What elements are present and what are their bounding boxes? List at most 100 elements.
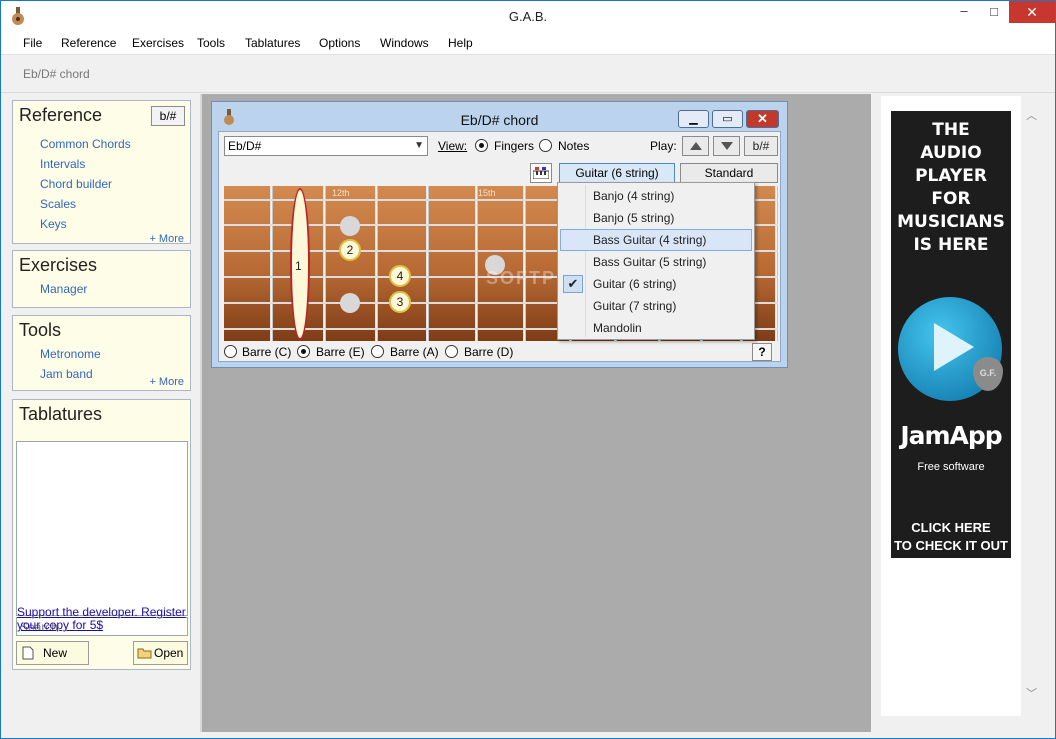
fret-wire xyxy=(375,186,378,341)
maximize-button[interactable]: □ xyxy=(979,1,1009,23)
fret-label-15: 15th xyxy=(478,188,496,198)
menu-item-banjo-4[interactable]: Banjo (4 string) xyxy=(560,185,752,207)
open-tablature-button[interactable]: Open xyxy=(133,641,188,665)
finger-marker: 3 xyxy=(389,291,411,313)
window-title: G.A.B. xyxy=(508,9,548,24)
link-keys[interactable]: Keys xyxy=(40,217,67,231)
close-button[interactable]: ✕ xyxy=(1009,1,1055,23)
exercises-panel: Exercises Manager xyxy=(12,250,191,308)
reference-title: Reference xyxy=(19,105,103,125)
fret-wire xyxy=(323,186,326,341)
menu-item-bass-4[interactable]: Bass Guitar (4 string) xyxy=(560,229,752,251)
chord-window-close-button[interactable]: ✕ xyxy=(746,110,779,128)
fret-wire xyxy=(270,186,273,341)
tools-panel: Tools Metronome Jam band + More xyxy=(12,315,191,391)
menu-options[interactable]: Options xyxy=(319,36,360,50)
current-document-tab[interactable]: Eb/D# chord xyxy=(23,67,90,81)
view-notes-radio[interactable] xyxy=(539,139,552,152)
chevron-down-icon: ▼ xyxy=(414,140,424,151)
tablatures-list[interactable] xyxy=(16,441,188,616)
reference-panel: Reference b/# Common Chords Intervals Ch… xyxy=(12,100,191,245)
menu-tablatures[interactable]: Tablatures xyxy=(245,36,300,50)
fret-marker-dot xyxy=(340,216,360,236)
new-button-label: New xyxy=(43,646,68,660)
scroll-down-icon[interactable]: ﹀ xyxy=(1026,685,1037,701)
new-tablature-button[interactable]: New xyxy=(16,641,89,665)
reference-sharp-flat-button[interactable]: b/# xyxy=(151,106,185,126)
link-scales[interactable]: Scales xyxy=(40,197,76,211)
link-metronome[interactable]: Metronome xyxy=(40,347,101,361)
menu-help[interactable]: Help xyxy=(448,36,473,50)
menu-windows[interactable]: Windows xyxy=(380,36,429,50)
fret-marker-dot xyxy=(340,293,360,313)
ad-headline-line: AUDIO xyxy=(920,143,982,163)
ad-banner[interactable]: THE AUDIO PLAYER FOR MUSICIANS IS HERE G… xyxy=(891,111,1011,558)
instrument-menu: Banjo (4 string) Banjo (5 string) Bass G… xyxy=(557,182,755,340)
ad-cta-line: CLICK HERE xyxy=(911,520,991,535)
menu-item-guitar-7[interactable]: Guitar (7 string) xyxy=(560,295,752,317)
play-label: Play: xyxy=(650,139,677,153)
barre-e-label: Barre (E) xyxy=(316,345,365,359)
menu-reference[interactable]: Reference xyxy=(61,36,116,50)
ad-call-to-action: CLICK HERE TO CHECK IT OUT xyxy=(891,519,1011,555)
barre-a-radio[interactable] xyxy=(371,345,384,358)
ad-subtitle: Free software xyxy=(917,461,985,473)
tablatures-title: Tablatures xyxy=(19,404,103,424)
barre-a-label: Barre (A) xyxy=(390,345,439,359)
view-fingers-radio[interactable] xyxy=(475,139,488,152)
play-down-button[interactable] xyxy=(713,136,740,156)
arrow-down-icon xyxy=(720,142,733,150)
minimize-button[interactable]: – xyxy=(949,1,979,23)
link-common-chords[interactable]: Common Chords xyxy=(40,137,131,151)
fret-wire xyxy=(426,186,429,341)
menu-tools[interactable]: Tools xyxy=(197,36,225,50)
fret-wire xyxy=(475,186,478,341)
barre-c-radio[interactable] xyxy=(224,345,237,358)
chord-sharp-flat-button[interactable]: b/# xyxy=(744,136,778,156)
link-chord-builder[interactable]: Chord builder xyxy=(40,177,112,191)
menu-exercises[interactable]: Exercises xyxy=(132,36,184,50)
reference-more-link[interactable]: + More xyxy=(149,233,184,245)
fret-label-12: 12th xyxy=(332,188,350,198)
ad-headline: THE AUDIO PLAYER FOR MUSICIANS IS HERE xyxy=(891,119,1011,257)
menu-item-mandolin[interactable]: Mandolin xyxy=(560,317,752,339)
finger-marker: 2 xyxy=(339,239,361,261)
instrument-button[interactable]: Guitar (6 string) xyxy=(559,163,675,183)
play-up-button[interactable] xyxy=(682,136,709,156)
document-icon xyxy=(22,646,34,660)
menu-item-guitar-6[interactable]: ✔ Guitar (6 string) xyxy=(560,273,752,295)
ad-headline-line: FOR xyxy=(931,189,971,209)
ad-headline-line: THE xyxy=(932,120,970,140)
folder-open-icon xyxy=(137,648,152,659)
toolbar: Eb/D# chord xyxy=(1,55,1055,93)
view-fingers-label: Fingers xyxy=(494,139,535,153)
keyboard-icon[interactable] xyxy=(530,163,552,183)
support-developer-link[interactable]: Support the developer. Register your cop… xyxy=(17,606,187,632)
ad-cta-line: TO CHECK IT OUT xyxy=(894,538,1008,553)
chord-select[interactable]: Eb/D# ▼ xyxy=(224,136,428,156)
ad-headline-line: MUSICIANS xyxy=(897,212,1005,232)
barre-d-radio[interactable] xyxy=(445,345,458,358)
ad-headline-line: PLAYER xyxy=(915,166,987,186)
chord-window-minimize-button[interactable]: ▁ xyxy=(678,110,709,128)
barre-d-label: Barre (D) xyxy=(464,345,514,359)
fret-wire xyxy=(523,186,526,341)
chord-window-maximize-button[interactable]: ▭ xyxy=(712,110,743,128)
menu-item-banjo-5[interactable]: Banjo (5 string) xyxy=(560,207,752,229)
ad-headline-line: IS HERE xyxy=(913,235,989,255)
help-button[interactable]: ? xyxy=(752,343,772,361)
link-manager[interactable]: Manager xyxy=(40,282,87,296)
fret-wire xyxy=(775,186,778,341)
menu-item-bass-5[interactable]: Bass Guitar (5 string) xyxy=(560,251,752,273)
tuning-button[interactable]: Standard xyxy=(680,163,778,183)
link-intervals[interactable]: Intervals xyxy=(40,157,85,171)
menu-file[interactable]: File xyxy=(23,36,42,50)
link-jam-band[interactable]: Jam band xyxy=(40,367,93,381)
menu-item-guitar-6-label: Guitar (6 string) xyxy=(593,277,677,291)
barre-finger-label: 1 xyxy=(295,259,302,273)
barre-e-radio[interactable] xyxy=(297,345,310,358)
tools-more-link[interactable]: + More xyxy=(149,376,184,388)
scroll-up-icon[interactable]: ︿ xyxy=(1026,107,1037,123)
menu-bar: File Reference Exercises Tools Tablature… xyxy=(1,31,1055,55)
barre-c-label: Barre (C) xyxy=(242,345,292,359)
